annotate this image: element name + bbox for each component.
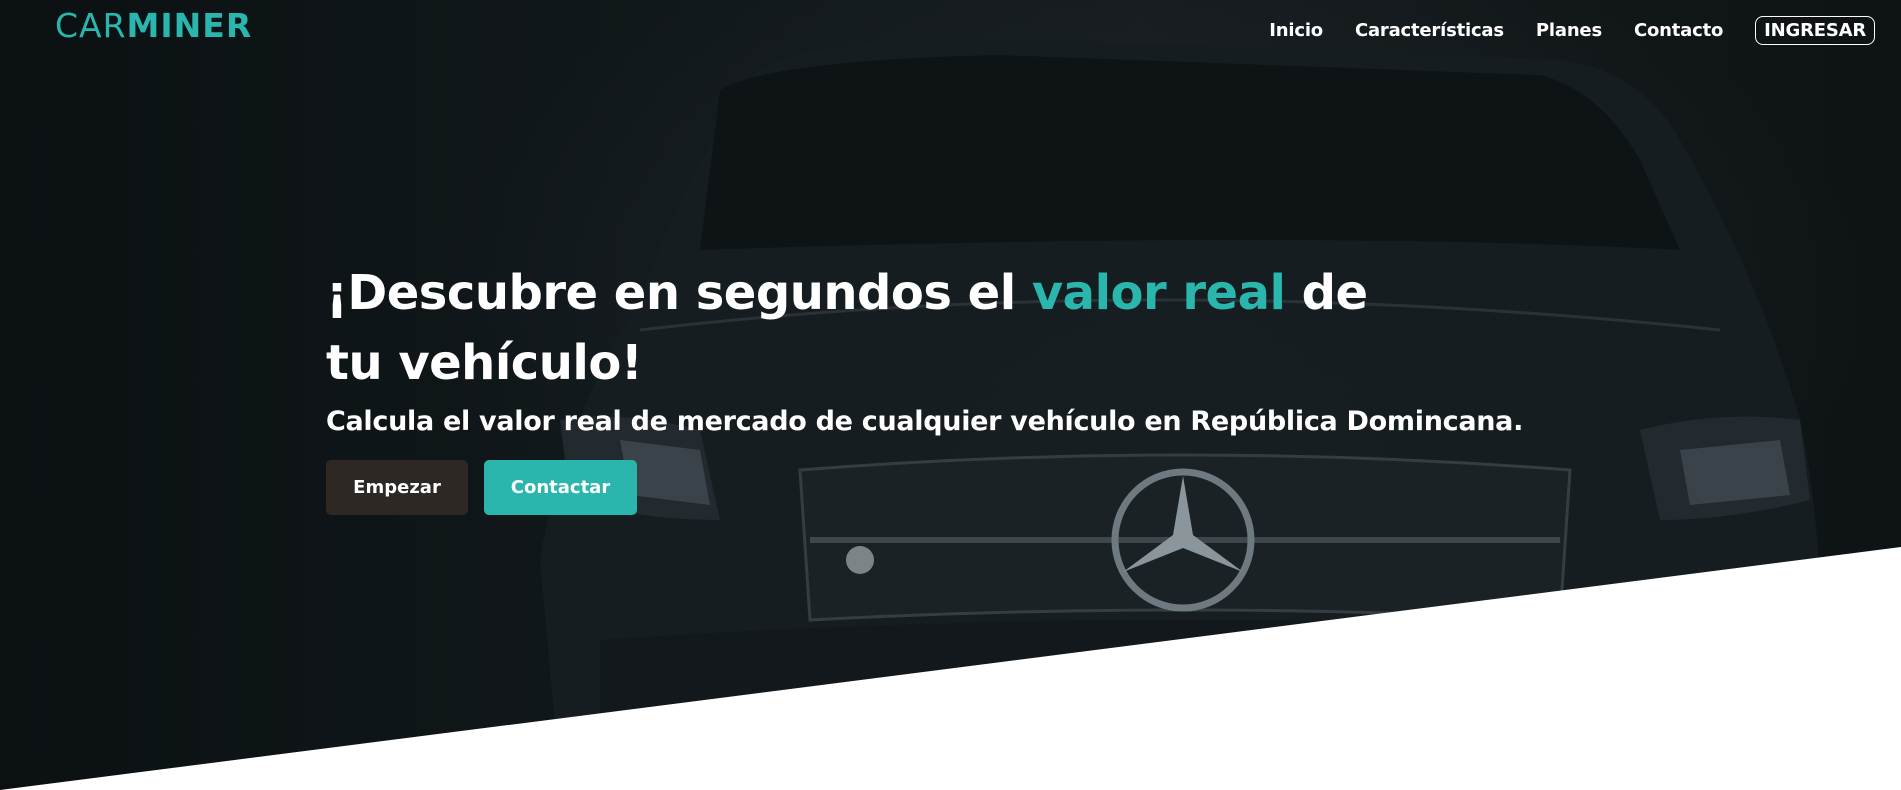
hero-section: CARMINER Inicio Características Planes C… [0,0,1901,790]
nav-link-inicio[interactable]: Inicio [1269,20,1323,41]
logo-text-miner: MINER [126,6,253,45]
hero-actions: Empezar Contactar [326,460,1526,515]
nav-link-caracteristicas[interactable]: Características [1355,20,1504,41]
nav-link-planes[interactable]: Planes [1536,20,1602,41]
nav-link-contacto[interactable]: Contacto [1634,20,1723,41]
hero-content: ¡Descubre en segundos el valor real de t… [326,258,1526,515]
main-nav: Inicio Características Planes Contacto I… [1269,16,1875,45]
login-button[interactable]: INGRESAR [1755,16,1875,45]
hero-subheadline: Calcula el valor real de mercado de cual… [326,406,1524,437]
top-navigation-bar: CARMINER Inicio Características Planes C… [0,0,1901,60]
logo-text-car: CAR [55,6,127,45]
headline-part-1: ¡Descubre en segundos el [326,265,1032,321]
hero-headline: ¡Descubre en segundos el valor real de t… [326,258,1426,398]
carminer-logo[interactable]: CARMINER [55,6,252,46]
contact-button[interactable]: Contactar [484,460,637,515]
start-button[interactable]: Empezar [326,460,468,515]
headline-accent: valor real [1031,265,1286,321]
